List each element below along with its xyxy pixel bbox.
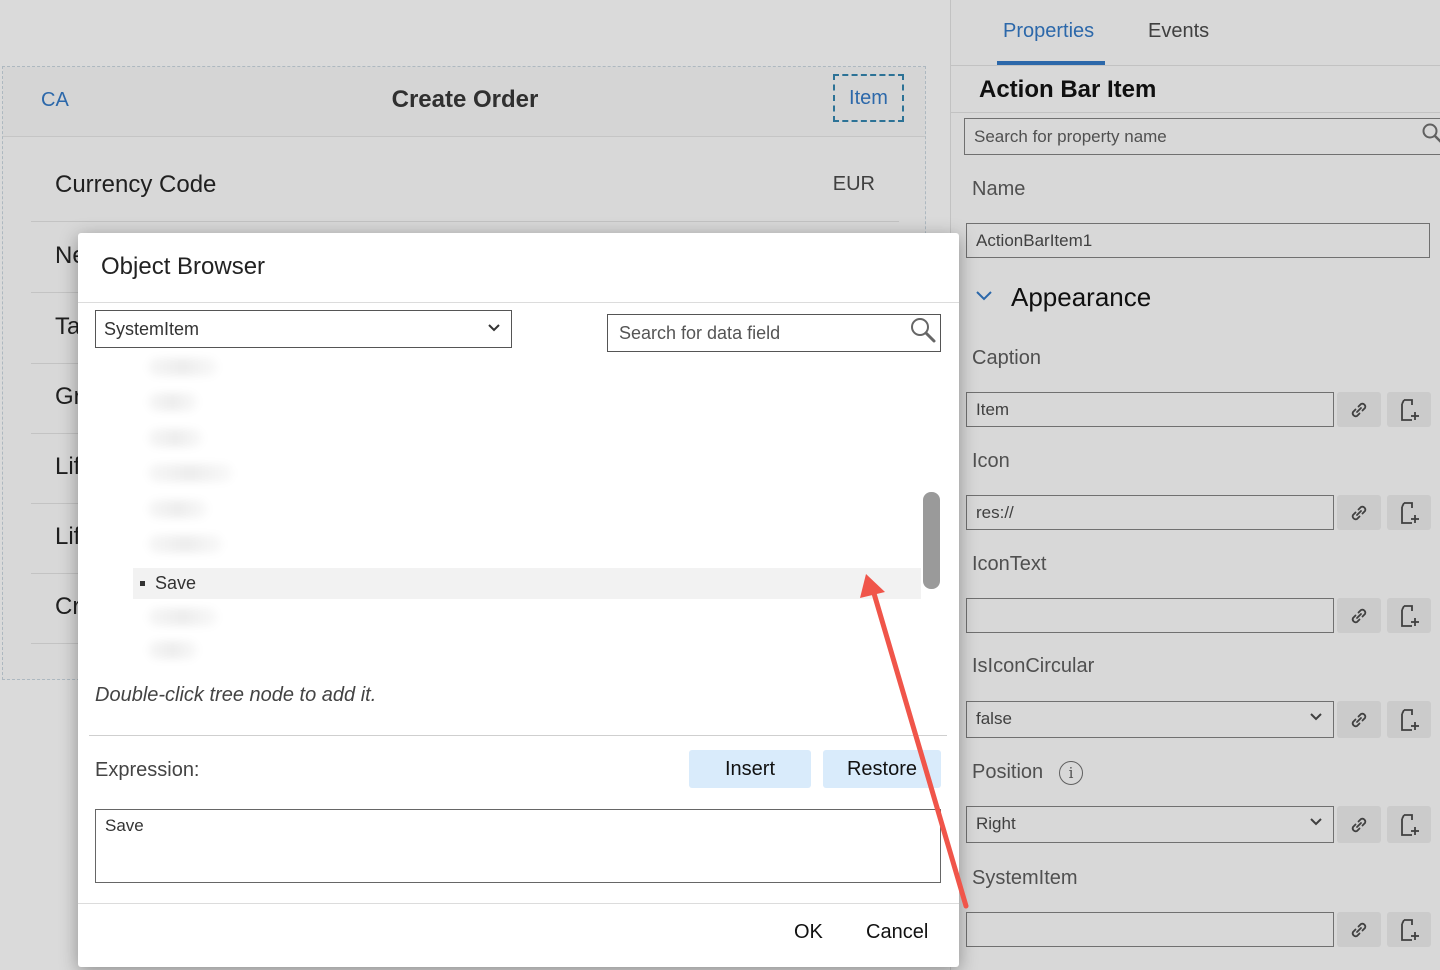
divider xyxy=(78,302,959,303)
type-select[interactable]: SystemItem xyxy=(95,310,512,348)
cancel-button[interactable]: Cancel xyxy=(866,921,928,944)
divider xyxy=(78,903,959,904)
tree-item-blurred[interactable] xyxy=(148,500,208,518)
object-browser-dialog: Object Browser SystemItem Search for dat… xyxy=(78,233,959,967)
tree-item-blurred[interactable] xyxy=(148,641,198,659)
dialog-title: Object Browser xyxy=(101,253,266,280)
tree-hint: Double-click tree node to add it. xyxy=(95,684,377,706)
tree-item-blurred[interactable] xyxy=(148,358,218,376)
insert-button[interactable]: Insert xyxy=(689,750,811,788)
chevron-down-icon xyxy=(488,324,500,332)
expression-label: Expression: xyxy=(95,759,200,781)
expression-textarea[interactable]: Save xyxy=(95,809,941,883)
restore-button[interactable]: Restore xyxy=(823,750,941,788)
tree-item-blurred[interactable] xyxy=(148,535,223,553)
tree-item-blurred[interactable] xyxy=(148,429,203,447)
tree-item-blurred[interactable] xyxy=(148,464,233,482)
tree-item-blurred[interactable] xyxy=(148,608,218,626)
ok-button[interactable]: OK xyxy=(794,921,823,944)
tree-scrollbar[interactable] xyxy=(923,492,940,589)
tree-item-label: Save xyxy=(155,573,197,593)
tree-item-blurred[interactable] xyxy=(148,393,198,411)
bullet-icon xyxy=(140,581,145,586)
data-field-search-input[interactable]: Search for data field xyxy=(607,314,941,352)
search-icon[interactable] xyxy=(909,316,937,344)
select-value: SystemItem xyxy=(104,319,200,339)
tree-item-selected[interactable]: Save xyxy=(133,568,921,599)
divider xyxy=(89,735,947,736)
